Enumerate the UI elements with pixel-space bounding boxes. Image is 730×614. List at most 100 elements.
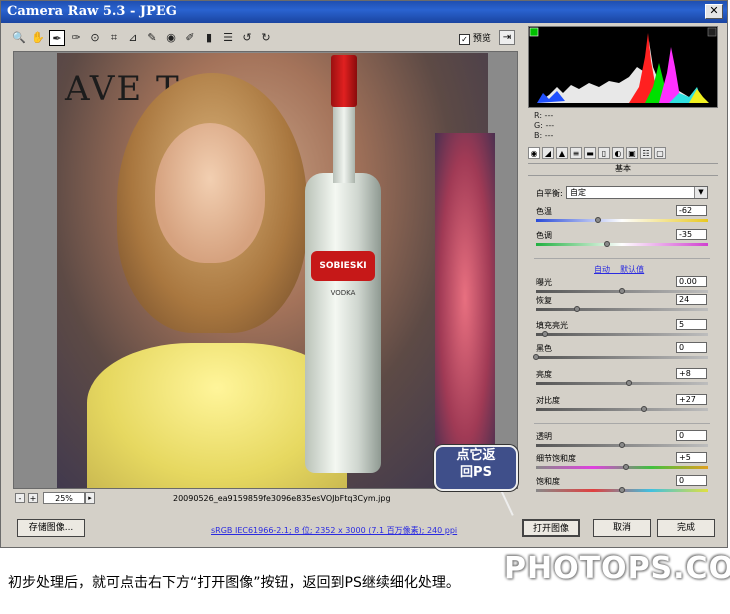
- divider: [534, 423, 710, 424]
- save-image-button[interactable]: 存储图像...: [17, 519, 85, 537]
- tab-tone-curve-icon[interactable]: ◢: [542, 147, 554, 159]
- straighten-tool-icon[interactable]: ⊿: [125, 30, 141, 46]
- contrast-label: 对比度: [536, 396, 560, 405]
- brightness-label: 亮度: [536, 370, 552, 379]
- hand-tool-icon[interactable]: ✋: [30, 30, 46, 46]
- histogram-graph: [529, 27, 717, 103]
- vibrance-slider-track[interactable]: [536, 466, 708, 469]
- temperature-value-field[interactable]: -62: [676, 205, 707, 216]
- tab-lens-icon[interactable]: ▯: [598, 147, 610, 159]
- temperature-slider-thumb[interactable]: [594, 217, 601, 223]
- recovery-slider-track[interactable]: [536, 308, 708, 311]
- zoom-tool-icon[interactable]: 🔍: [11, 30, 27, 46]
- cancel-button[interactable]: 取消: [593, 519, 651, 537]
- blue-readout: B: ---: [534, 131, 554, 140]
- zoom-in-button[interactable]: +: [28, 493, 38, 503]
- preview-toggle[interactable]: ✓ 预览: [459, 31, 491, 45]
- exposure-slider-thumb[interactable]: [619, 288, 625, 294]
- contrast-slider-track[interactable]: [536, 408, 708, 411]
- basic-panel: 白平衡: 自定 ▼ 自动 默认值 色温 -62 色调 -35 曝光 0.00 恢复 24 填充亮…: [528, 175, 718, 503]
- chevron-down-icon: ▼: [694, 187, 707, 198]
- tab-split-toning-icon[interactable]: ▬: [584, 147, 596, 159]
- open-image-button[interactable]: 打开图像: [522, 519, 580, 537]
- temperature-slider-track[interactable]: [536, 219, 708, 222]
- tint-slider-track[interactable]: [536, 243, 708, 246]
- histogram: [528, 26, 718, 108]
- tutorial-caption: 初步处理后，就可点击右下方“打开图像”按钮，返回到PS继续细化处理。: [8, 575, 460, 591]
- title-bar: Camera Raw 5.3 - JPEG ✕: [1, 1, 727, 23]
- clarity-value-field[interactable]: 0: [676, 430, 707, 441]
- file-name: 20090526_ea9159859fe3096e835esVOJbFtq3Cy…: [173, 494, 391, 503]
- blacks-label: 黑色: [536, 344, 552, 353]
- rgb-readout: R: --- G: --- B: ---: [534, 111, 554, 141]
- fullscreen-icon[interactable]: ⇥: [499, 30, 515, 45]
- white-balance-label: 白平衡:: [536, 189, 563, 198]
- fill-light-slider-thumb[interactable]: [541, 331, 548, 337]
- zoom-dropdown-icon[interactable]: ▸: [85, 492, 95, 504]
- shadow-clipping-icon: [529, 27, 539, 37]
- vibrance-slider-thumb[interactable]: [623, 464, 630, 470]
- divider: [534, 258, 710, 259]
- red-eye-tool-icon[interactable]: ◉: [163, 30, 179, 46]
- exposure-value-field[interactable]: 0.00: [676, 276, 707, 287]
- white-balance-tool-icon[interactable]: ✒: [49, 30, 65, 46]
- histogram-luminance: [537, 41, 709, 103]
- default-link[interactable]: 默认值: [620, 265, 644, 274]
- fill-light-value-field[interactable]: 5: [676, 319, 707, 330]
- clarity-slider-thumb[interactable]: [619, 442, 625, 448]
- green-readout: G: ---: [534, 121, 555, 130]
- recovery-label: 恢复: [536, 296, 552, 305]
- brightness-slider-track[interactable]: [536, 382, 708, 385]
- tab-basic-icon[interactable]: ◉: [528, 147, 540, 159]
- brightness-slider-thumb[interactable]: [625, 380, 632, 386]
- camera-raw-window: Camera Raw 5.3 - JPEG ✕ 🔍 ✋ ✒ ✑ ⊙ ⌗ ⊿ ✎ ◉ ✐ ▮ ☰ ↺ ↻ ✓…: [0, 0, 728, 548]
- tab-camera-icon[interactable]: ▣: [626, 147, 638, 159]
- bottle-cap: [331, 55, 357, 107]
- adjustment-tabs: ◉ ◢ ▲ ≡ ▬ ▯ ◐ ▣ ☷ ▢: [528, 147, 718, 161]
- zoom-out-button[interactable]: -: [15, 493, 25, 503]
- graduated-filter-icon[interactable]: ▮: [201, 30, 217, 46]
- tint-value-field[interactable]: -35: [676, 229, 707, 240]
- contrast-slider-thumb[interactable]: [641, 406, 648, 412]
- done-button[interactable]: 完成: [657, 519, 715, 537]
- image-preview-canvas[interactable]: AVE T SOBIESKI VODKA: [13, 51, 518, 489]
- recovery-slider-thumb[interactable]: [574, 306, 581, 312]
- tint-slider-thumb[interactable]: [603, 241, 610, 247]
- spot-removal-tool-icon[interactable]: ✎: [144, 30, 160, 46]
- target-adjustment-tool-icon[interactable]: ⊙: [87, 30, 103, 46]
- fill-light-slider-track[interactable]: [536, 333, 708, 336]
- saturation-slider-thumb[interactable]: [619, 487, 625, 493]
- close-icon[interactable]: ✕: [705, 4, 723, 19]
- brightness-value-field[interactable]: +8: [676, 368, 707, 379]
- blacks-slider-track[interactable]: [536, 356, 708, 359]
- preview-checkbox[interactable]: ✓: [459, 34, 470, 45]
- saturation-value-field[interactable]: 0: [676, 475, 707, 486]
- clarity-label: 透明: [536, 432, 552, 441]
- white-balance-value: 自定: [570, 188, 586, 197]
- rotate-left-icon[interactable]: ↺: [239, 30, 255, 46]
- crop-tool-icon[interactable]: ⌗: [106, 30, 122, 46]
- preview-label: 预览: [472, 34, 491, 44]
- photo-bottle: SOBIESKI VODKA: [305, 55, 381, 473]
- vibrance-value-field[interactable]: +5: [676, 452, 707, 463]
- contrast-value-field[interactable]: +27: [676, 394, 707, 405]
- color-sampler-tool-icon[interactable]: ✑: [68, 30, 84, 46]
- tab-snapshots-icon[interactable]: ▢: [654, 147, 666, 159]
- blacks-slider-thumb[interactable]: [533, 354, 539, 360]
- rotate-right-icon[interactable]: ↻: [258, 30, 274, 46]
- tab-camera-calibration-icon[interactable]: ◐: [612, 147, 624, 159]
- blacks-value-field[interactable]: 0: [676, 342, 707, 353]
- tab-hsl-icon[interactable]: ≡: [570, 147, 582, 159]
- recovery-value-field[interactable]: 24: [676, 294, 707, 305]
- tab-presets-icon[interactable]: ☷: [640, 147, 652, 159]
- white-balance-select[interactable]: 自定 ▼: [566, 186, 708, 199]
- workflow-options-link[interactable]: sRGB IEC61966-2.1; 8 位; 2352 x 3000 (7.1…: [211, 525, 457, 536]
- tab-detail-icon[interactable]: ▲: [556, 147, 568, 159]
- auto-link[interactable]: 自动: [594, 265, 610, 274]
- window-title: Camera Raw 5.3 - JPEG: [7, 4, 177, 19]
- adjustment-brush-icon[interactable]: ✐: [182, 30, 198, 46]
- zoom-level-field[interactable]: 25%: [43, 492, 85, 504]
- preferences-icon[interactable]: ☰: [220, 30, 236, 46]
- toolbar: 🔍 ✋ ✒ ✑ ⊙ ⌗ ⊿ ✎ ◉ ✐ ▮ ☰ ↺ ↻: [11, 29, 523, 49]
- callout-line-2: 回PS: [460, 465, 492, 480]
